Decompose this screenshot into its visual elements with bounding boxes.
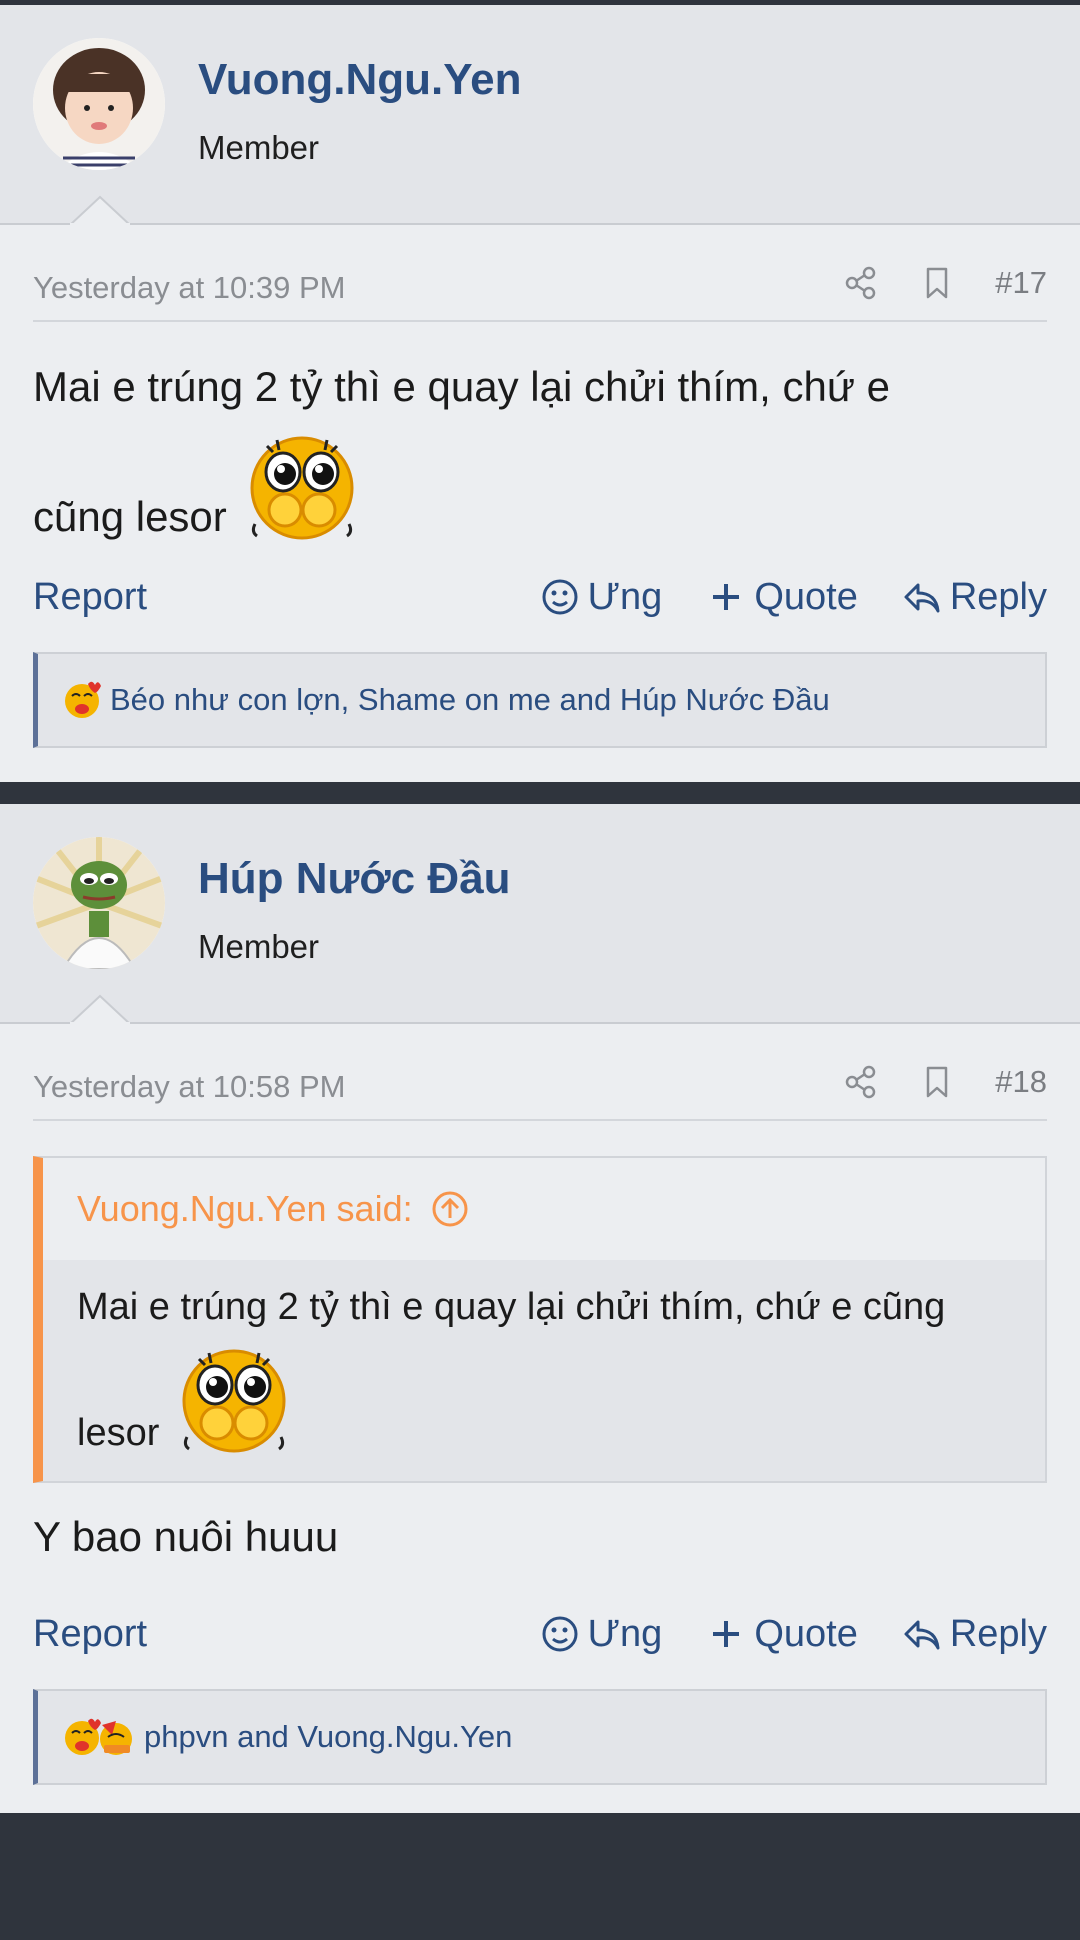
post-number[interactable]: #17 (995, 265, 1047, 301)
post-18: Húp Nước Đầu Member Yesterday at 10:58 P… (0, 804, 1080, 1814)
react-button[interactable]: Ưng (540, 575, 663, 619)
reply-label: Reply (949, 575, 1047, 618)
celebrate-emoji-icon (100, 1721, 132, 1756)
post-footer-space (0, 748, 1080, 782)
quote-block: Vuong.Ngu.Yen said: Mai e trúng 2 tỷ thì… (33, 1156, 1047, 1484)
post-header: Húp Nước Đầu Member (0, 804, 1080, 1025)
react-button[interactable]: Ưng (540, 1612, 663, 1656)
post-actions: Report Ưng Quote Reply (33, 1579, 1047, 1689)
post-17: Vuong.Ngu.Yen Member Yesterday at 10:39 … (0, 5, 1080, 783)
kiss-emoji-icon (65, 682, 101, 719)
plus-icon (713, 1621, 740, 1648)
quote-body: Mai e trúng 2 tỷ thì e quay lại chửi thí… (43, 1260, 1045, 1481)
user-title: Member (198, 928, 320, 966)
bookmark-icon[interactable] (919, 1064, 955, 1100)
share-icon[interactable] (843, 265, 879, 301)
quote-button[interactable]: Quote (706, 1613, 858, 1656)
blush-emoji-icon (182, 1349, 286, 1453)
react-label: Ưng (587, 1612, 663, 1655)
reply-label: Reply (949, 1612, 1047, 1655)
post-pointer (70, 995, 130, 1025)
blush-emoji-icon (250, 436, 354, 540)
reply-arrow-icon (904, 583, 940, 613)
post-time[interactable]: Yesterday at 10:58 PM (33, 1069, 346, 1105)
username[interactable]: Vuong.Ngu.Yen (198, 55, 521, 105)
post-header: Vuong.Ngu.Yen Member (0, 5, 1080, 225)
username[interactable]: Húp Nước Đầu (198, 854, 511, 904)
post-text-line: Mai e trúng 2 tỷ thì e quay lại chửi thí… (33, 363, 890, 410)
post-body: Y bao nuôi huuu (33, 1513, 339, 1561)
quote-text-line: lesor (77, 1412, 160, 1455)
post-time[interactable]: Yesterday at 10:39 PM (33, 270, 346, 306)
reactions-bar[interactable]: phpvn and Vuong.Ngu.Yen (33, 1689, 1047, 1786)
quote-label: Quote (754, 1612, 858, 1655)
quote-header[interactable]: Vuong.Ngu.Yen said: (43, 1158, 1045, 1261)
quote-text-line: Mai e trúng 2 tỷ thì e quay lại chửi thí… (77, 1286, 946, 1329)
post-footer-space (0, 1785, 1080, 1813)
share-icon[interactable] (843, 1064, 879, 1100)
react-label: Ưng (587, 575, 663, 618)
post-body: Mai e trúng 2 tỷ thì e quay lại chửi thí… (33, 322, 1047, 542)
react-face-icon (542, 579, 578, 615)
post-separator (0, 782, 1080, 805)
quote-author[interactable]: Vuong.Ngu.Yen said: (77, 1188, 413, 1230)
report-link[interactable]: Report (33, 576, 147, 619)
arrow-circle-up-icon[interactable] (431, 1190, 469, 1228)
bookmark-icon[interactable] (919, 265, 955, 301)
reply-button[interactable]: Reply (902, 1613, 1047, 1656)
reactions-text[interactable]: Béo như con lợn, Shame on me and Húp Nướ… (110, 682, 830, 718)
reply-button[interactable]: Reply (902, 576, 1047, 619)
reply-arrow-icon (904, 1620, 940, 1650)
post-text-line: cũng lesor (33, 493, 227, 540)
react-face-icon (542, 1616, 578, 1652)
post-meta: Yesterday at 10:58 PM #18 (33, 1024, 1047, 1122)
avatar[interactable] (33, 837, 165, 970)
user-title: Member (198, 129, 320, 166)
post-meta: Yesterday at 10:39 PM #17 (33, 225, 1047, 322)
plus-icon (713, 584, 740, 611)
post-actions: Report Ưng Quote Reply (33, 542, 1047, 652)
reactions-bar[interactable]: Béo như con lợn, Shame on me and Húp Nướ… (33, 652, 1047, 749)
avatar[interactable] (33, 38, 165, 170)
post-number[interactable]: #18 (995, 1064, 1047, 1100)
reactions-text[interactable]: phpvn and Vuong.Ngu.Yen (144, 1719, 512, 1755)
report-link[interactable]: Report (33, 1613, 147, 1656)
quote-button[interactable]: Quote (706, 576, 858, 619)
post-pointer (70, 195, 130, 225)
quote-label: Quote (754, 575, 858, 618)
post-separator (0, 1813, 1080, 1836)
